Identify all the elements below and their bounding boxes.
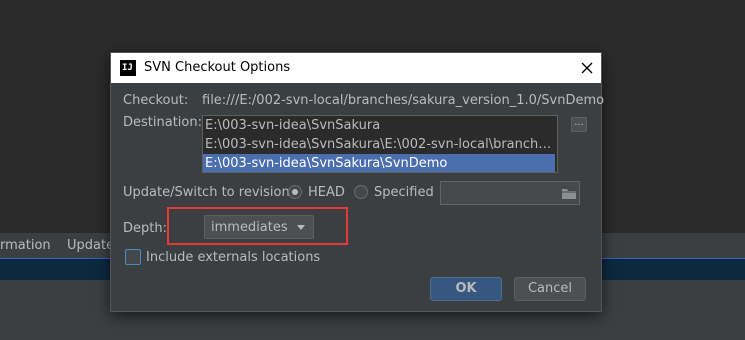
- close-icon: [581, 62, 593, 74]
- browse-destination-button[interactable]: ...: [571, 117, 587, 132]
- checkout-url: file:///E:/002-svn-local/branches/sakura…: [202, 93, 605, 108]
- radio-head[interactable]: [288, 185, 302, 199]
- include-externals-label[interactable]: Include externals locations: [146, 250, 320, 265]
- cancel-button[interactable]: Cancel: [514, 277, 586, 301]
- dialog-title: SVN Checkout Options: [144, 60, 291, 75]
- svn-checkout-options-dialog: IJ SVN Checkout Options Checkout: file:/…: [110, 52, 605, 312]
- chevron-down-icon: [297, 225, 305, 230]
- destination-item[interactable]: E:\003-svn-idea\SvnSakura\E:\002-svn-loc…: [203, 135, 555, 154]
- depth-dropdown[interactable]: immediates: [204, 215, 314, 239]
- tab-information[interactable]: rmation: [0, 238, 51, 253]
- destination-list[interactable]: E:\003-svn-idea\SvnSakura E:\003-svn-ide…: [202, 115, 558, 173]
- radio-selected-dot: [292, 189, 298, 195]
- radio-specified[interactable]: [354, 185, 368, 199]
- radio-specified-label[interactable]: Specified: [374, 185, 434, 200]
- include-externals-checkbox[interactable]: [125, 249, 141, 265]
- checkout-label: Checkout:: [123, 93, 189, 108]
- intellij-app-icon: IJ: [120, 60, 136, 76]
- destination-item[interactable]: E:\003-svn-idea\SvnSakura: [203, 116, 555, 135]
- revision-label: Update/Switch to revision:: [123, 185, 295, 200]
- destination-item-selected[interactable]: E:\003-svn-idea\SvnSakura\SvnDemo: [203, 154, 555, 172]
- tab-update[interactable]: Update: [67, 238, 114, 253]
- radio-head-label[interactable]: HEAD: [308, 185, 345, 200]
- destination-label: Destination:: [123, 115, 202, 130]
- revision-input[interactable]: [440, 181, 580, 205]
- folder-icon[interactable]: [561, 186, 577, 200]
- close-button[interactable]: [577, 58, 597, 78]
- depth-selected-value: immediates: [211, 220, 288, 235]
- ok-button[interactable]: OK: [430, 277, 502, 301]
- depth-label: Depth:: [123, 221, 167, 236]
- dialog-titlebar: IJ SVN Checkout Options: [111, 53, 601, 83]
